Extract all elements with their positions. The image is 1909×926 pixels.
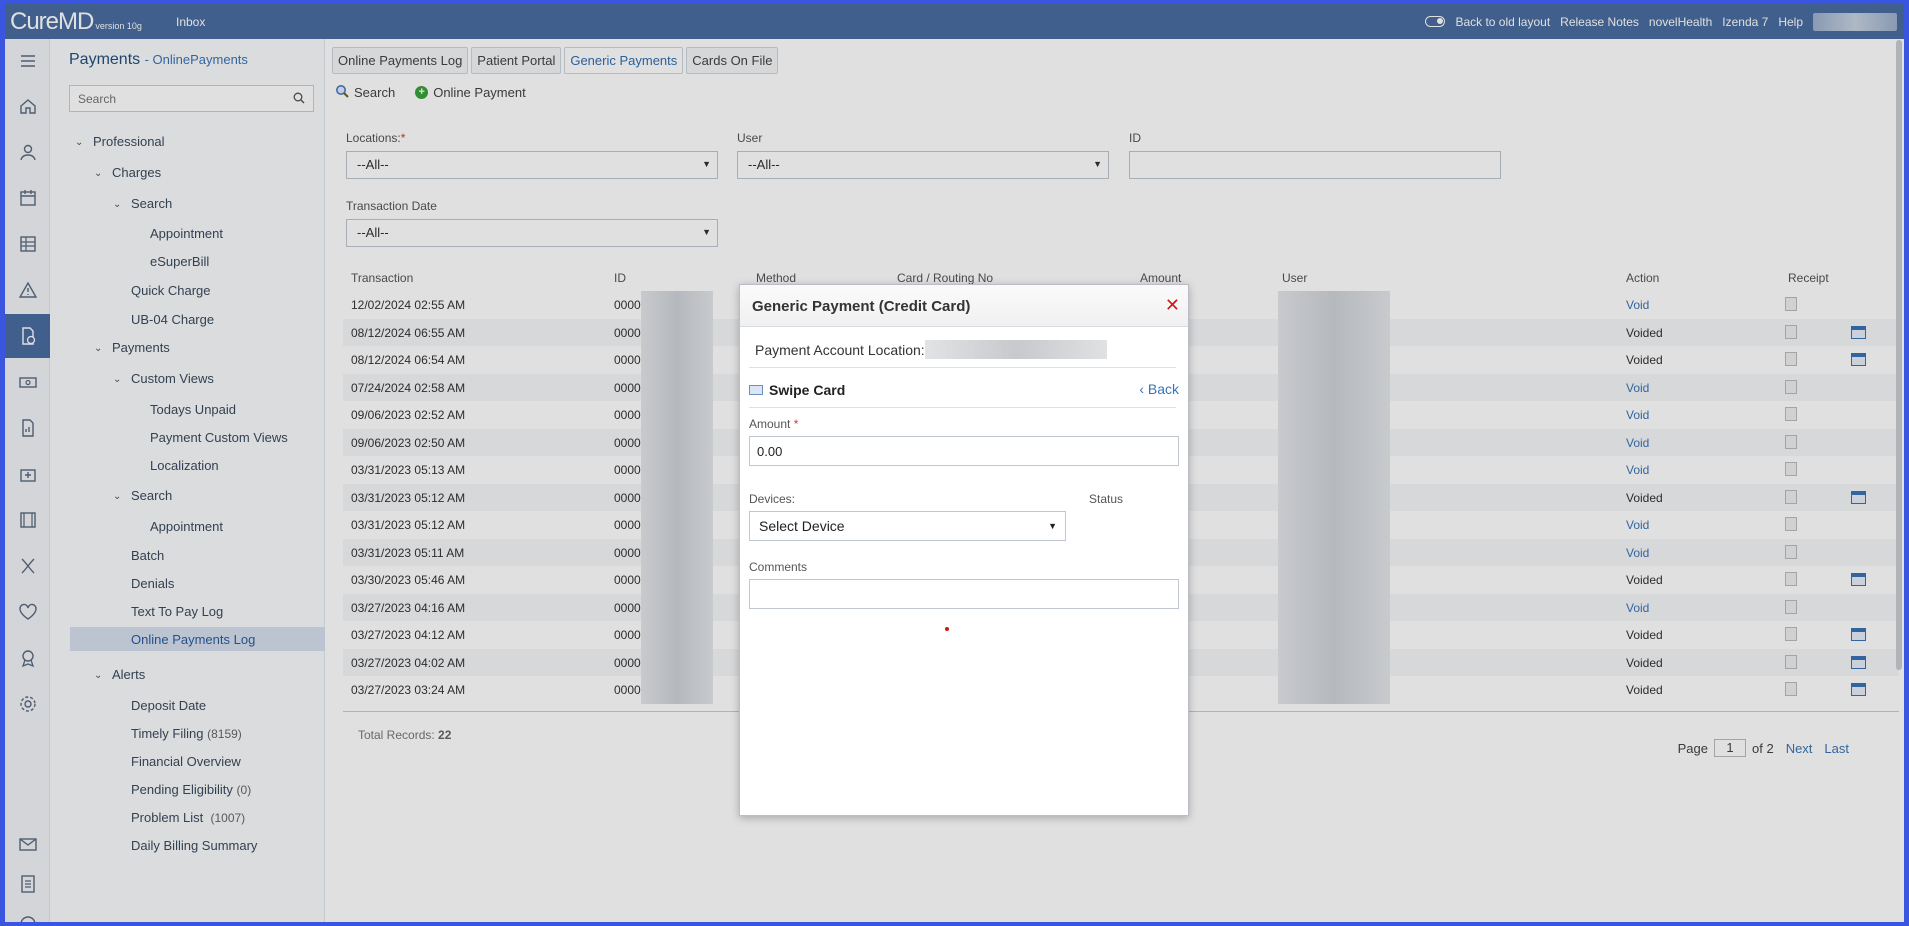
amount-input[interactable]: 0.00: [749, 436, 1179, 466]
modal-title: Generic Payment (Credit Card): [752, 298, 971, 315]
modal-header: Generic Payment (Credit Card) ✕: [740, 285, 1188, 327]
comments-label: Comments: [749, 560, 808, 574]
amount-label-text: Amount: [749, 417, 791, 431]
modal-divider: [749, 407, 1176, 408]
status-label: Status: [1089, 492, 1124, 506]
back-label: Back: [1147, 381, 1179, 397]
modal-divider: [749, 367, 1176, 368]
generic-payment-modal: Generic Payment (Credit Card) ✕ Payment …: [739, 284, 1189, 816]
amount-label: Amount *: [749, 417, 798, 431]
credit-card-icon: [749, 385, 763, 395]
chevron-down-icon: ▼: [1048, 521, 1057, 531]
loading-indicator: [945, 627, 949, 631]
payment-account-location-label: Payment Account Location:: [755, 342, 925, 358]
comments-input[interactable]: [749, 579, 1179, 609]
swipe-card-heading: Swipe Card: [749, 382, 845, 398]
devices-label: Devices:: [749, 492, 796, 506]
device-select[interactable]: Select Device ▼: [749, 511, 1066, 541]
swipe-card-label: Swipe Card: [769, 382, 846, 398]
close-icon[interactable]: ✕: [1165, 295, 1180, 316]
redacted-location-value: [925, 340, 1107, 359]
chevron-left-icon: ‹: [1139, 381, 1144, 397]
back-button[interactable]: ‹ Back: [1139, 381, 1179, 397]
required-mark: *: [793, 417, 799, 431]
device-select-value: Select Device: [759, 518, 845, 534]
app-window: CureMD version 10g Inbox Back to old layo…: [5, 4, 1904, 922]
